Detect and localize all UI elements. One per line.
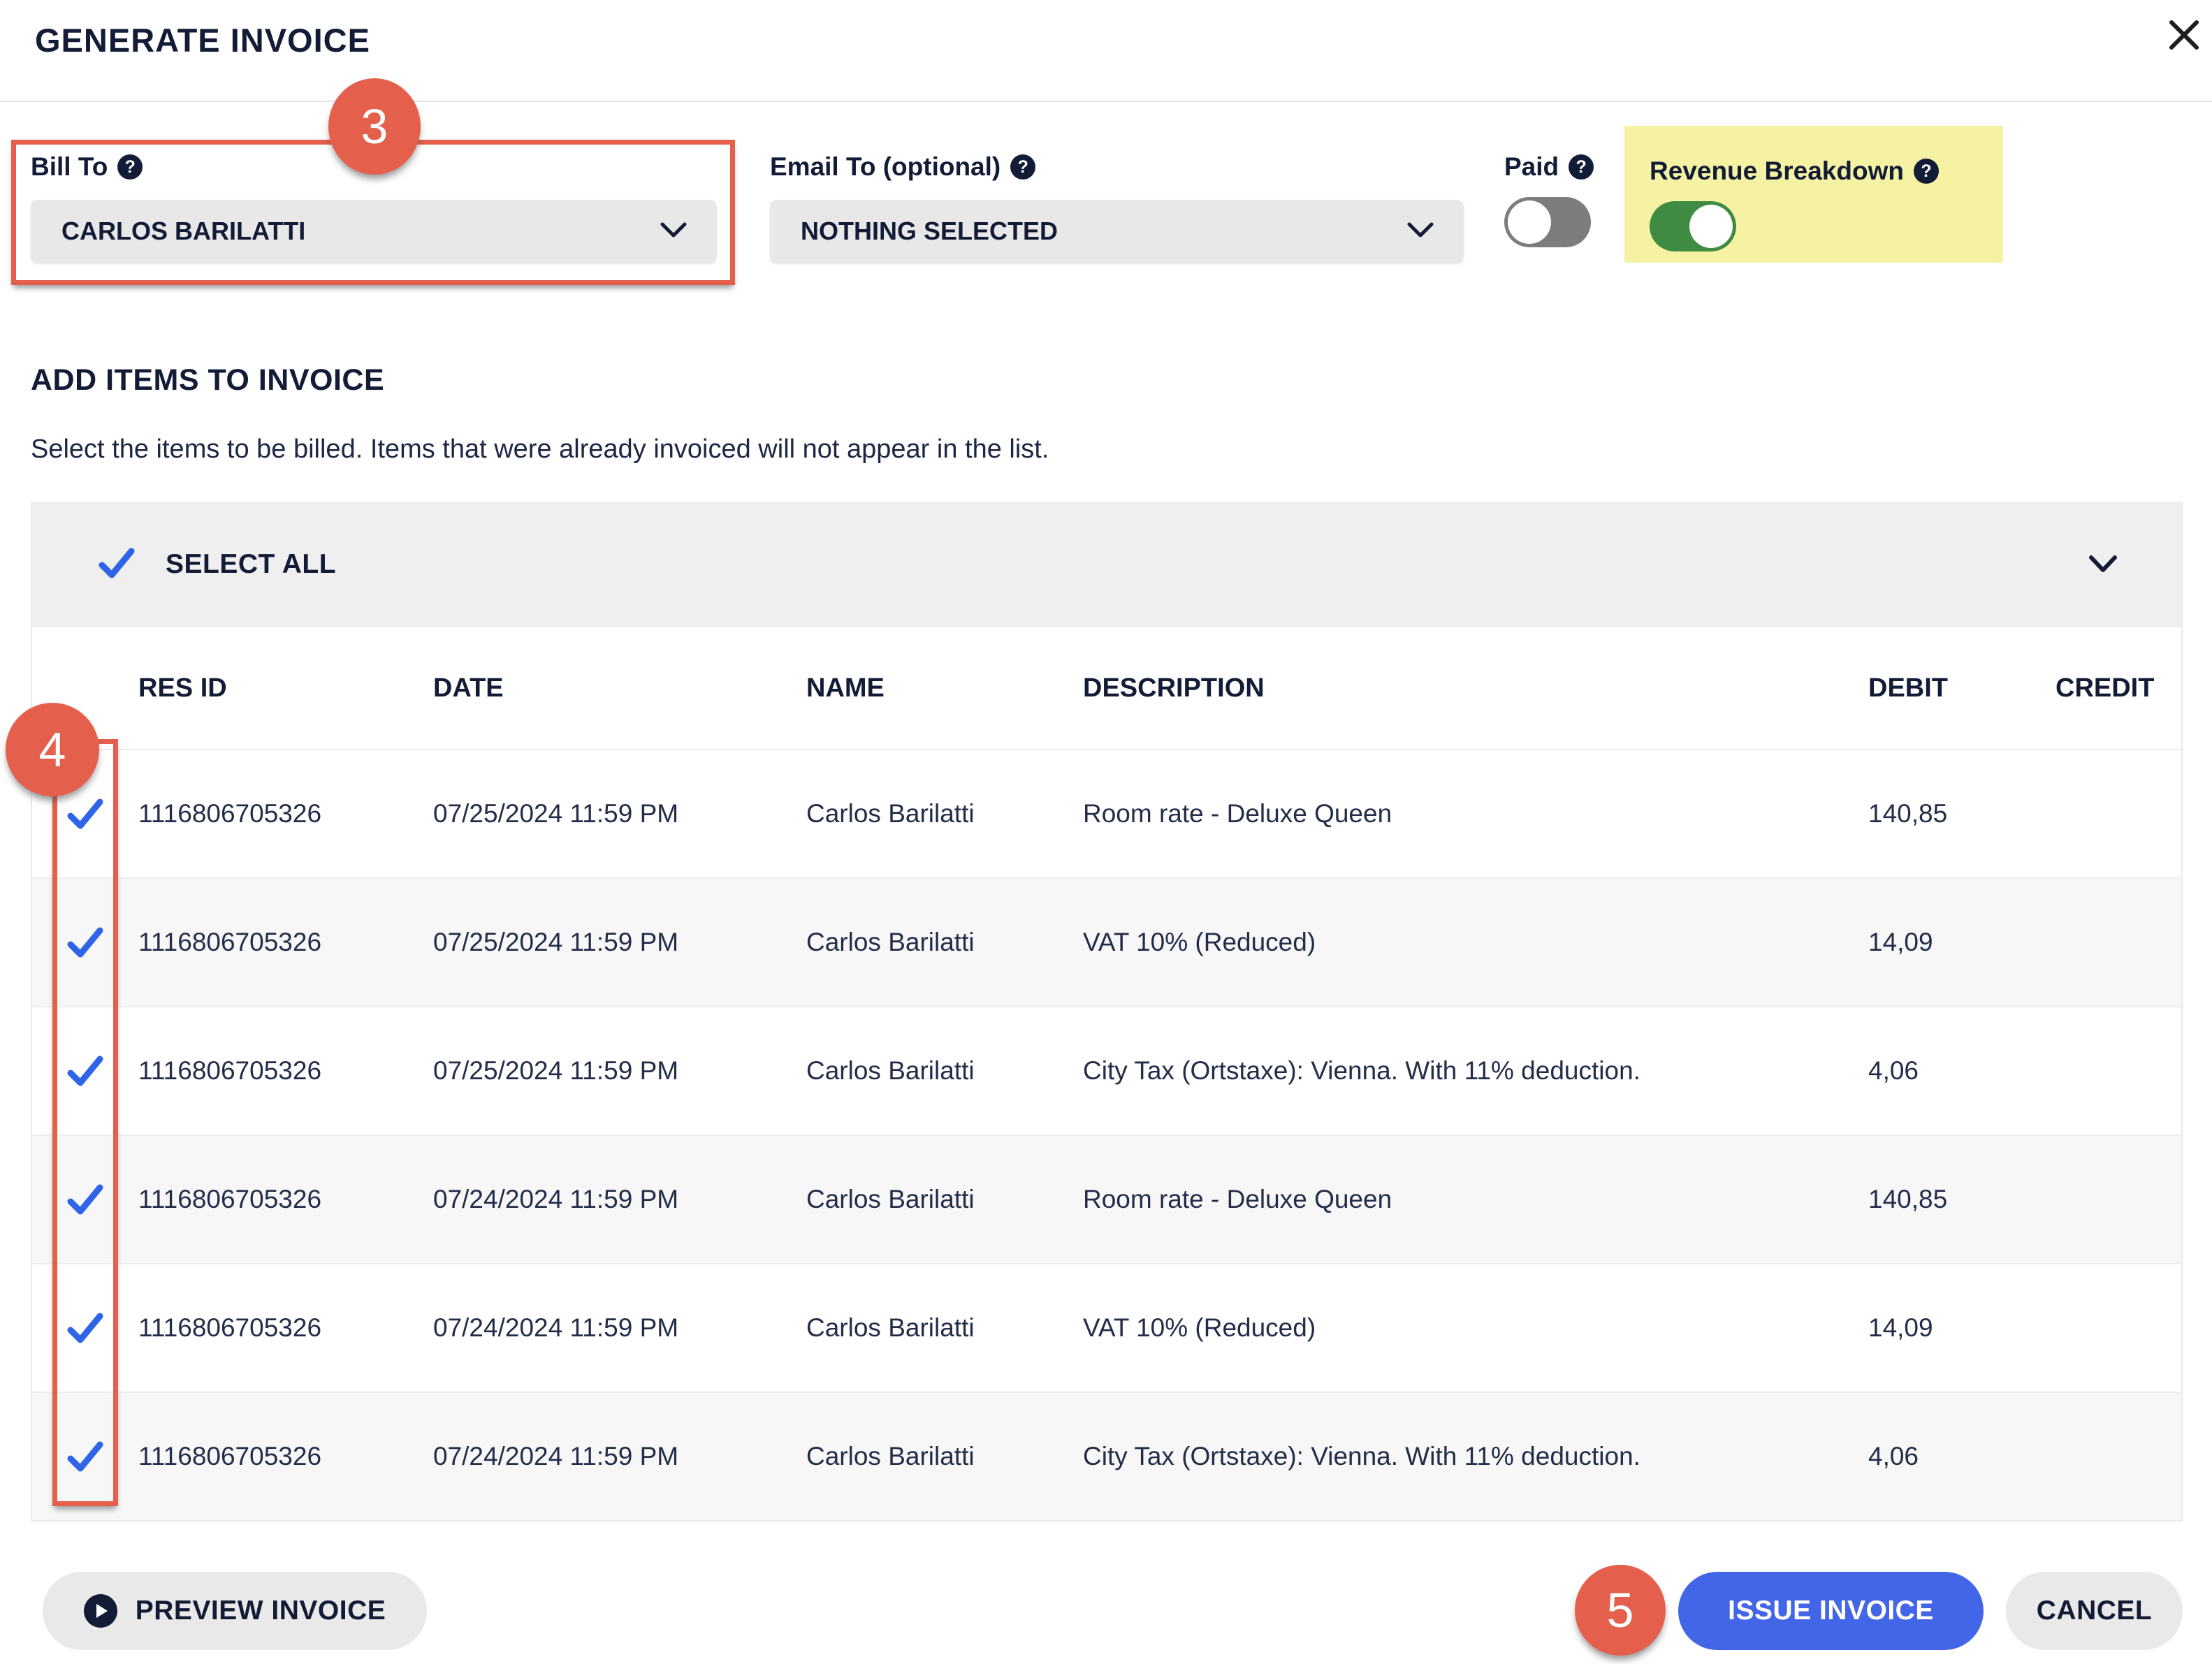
cell-res-id: 1116806705326 (138, 1313, 322, 1342)
table-header-row: RES ID DATE NAME DESCRIPTION DEBIT CREDI… (32, 627, 2181, 749)
check-icon[interactable] (99, 545, 135, 585)
items-section-subtitle: Select the items to be billed. Items tha… (31, 435, 1049, 464)
table-row[interactable]: 1116806705326 07/24/2024 11:59 PM Carlos… (32, 1392, 2181, 1520)
bill-to-field: Bill To ? CARLOS BARILATTI (31, 152, 717, 263)
column-header-description: DESCRIPTION (1083, 673, 1265, 703)
cell-name: Carlos Barilatti (806, 928, 975, 956)
row-checkbox[interactable] (32, 1438, 138, 1475)
help-icon[interactable]: ? (1569, 154, 1594, 180)
table-row[interactable]: 1116806705326 07/24/2024 11:59 PM Carlos… (32, 1263, 2181, 1392)
issue-invoice-button[interactable]: ISSUE INVOICE (1678, 1572, 1984, 1650)
paid-toggle[interactable] (1504, 197, 1591, 247)
bill-to-label: Bill To ? (31, 152, 717, 182)
check-icon (67, 927, 103, 958)
toggle-knob (1689, 205, 1733, 248)
column-header-date: DATE (433, 673, 504, 703)
cell-description: VAT 10% (Reduced) (1083, 1313, 1316, 1342)
cell-name: Carlos Barilatti (806, 1442, 975, 1470)
cell-description: Room rate - Deluxe Queen (1083, 799, 1392, 828)
email-to-field: Email To (optional) ? NOTHING SELECTED (770, 152, 1464, 263)
cell-debit: 140,85 (1868, 799, 1948, 828)
cell-res-id: 1116806705326 (138, 799, 322, 828)
revenue-breakdown-field: Revenue Breakdown ? (1624, 126, 2003, 263)
cell-debit: 140,85 (1868, 1185, 1948, 1213)
email-to-select[interactable]: NOTHING SELECTED (770, 200, 1464, 263)
items-section-heading: ADD ITEMS TO INVOICE (31, 363, 385, 397)
column-header-credit: CREDIT (2055, 673, 2155, 703)
cell-debit: 4,06 (1868, 1056, 1919, 1085)
chevron-down-icon[interactable] (2086, 552, 2120, 579)
check-icon (67, 1056, 103, 1086)
cell-name: Carlos Barilatti (806, 1185, 975, 1213)
paid-label: Paid ? (1504, 152, 1594, 182)
cell-date: 07/24/2024 11:59 PM (433, 1442, 679, 1470)
cell-date: 07/24/2024 11:59 PM (433, 1185, 679, 1213)
cancel-label: CANCEL (2036, 1596, 2153, 1626)
cell-name: Carlos Barilatti (806, 1056, 975, 1085)
help-icon[interactable]: ? (1010, 154, 1036, 180)
cell-description: VAT 10% (Reduced) (1083, 928, 1316, 956)
cell-debit: 14,09 (1868, 1313, 1933, 1342)
cell-debit: 4,06 (1868, 1442, 1919, 1470)
check-icon (67, 798, 103, 829)
cell-res-id: 1116806705326 (138, 1185, 322, 1213)
row-checkbox[interactable] (32, 1053, 138, 1089)
close-icon (2166, 17, 2202, 57)
table-row[interactable]: 1116806705326 07/25/2024 11:59 PM Carlos… (32, 749, 2181, 877)
issue-invoice-label: ISSUE INVOICE (1728, 1596, 1934, 1626)
bill-to-value: CARLOS BARILATTI (61, 217, 306, 245)
revenue-breakdown-label: Revenue Breakdown ? (1650, 156, 2003, 186)
cell-res-id: 1116806705326 (138, 928, 322, 956)
preview-invoice-label: PREVIEW INVOICE (135, 1596, 386, 1626)
cancel-button[interactable]: CANCEL (2006, 1572, 2183, 1650)
cell-debit: 14,09 (1868, 928, 1933, 956)
revenue-breakdown-toggle[interactable] (1650, 201, 1736, 251)
check-icon (67, 1441, 103, 1472)
cell-date: 07/24/2024 11:59 PM (433, 1313, 679, 1342)
annotation-badge-step5: 5 (1575, 1565, 1666, 1656)
column-header-name: NAME (806, 673, 885, 703)
page-title: GENERATE INVOICE (35, 22, 370, 59)
cell-name: Carlos Barilatti (806, 799, 975, 828)
preview-invoice-button[interactable]: PREVIEW INVOICE (43, 1572, 427, 1650)
items-table: SELECT ALL RES ID DATE NAME DESCRIPTION … (31, 502, 2183, 1521)
header-divider (0, 101, 2212, 102)
chevron-down-icon (658, 217, 689, 246)
cell-description: City Tax (Ortstaxe): Vienna. With 11% de… (1083, 1442, 1640, 1470)
row-checkbox[interactable] (32, 796, 138, 832)
cell-date: 07/25/2024 11:59 PM (433, 1056, 679, 1085)
cell-date: 07/25/2024 11:59 PM (433, 799, 679, 828)
cell-date: 07/25/2024 11:59 PM (433, 928, 679, 956)
check-icon (67, 1313, 103, 1343)
paid-field: Paid ? (1504, 152, 1594, 247)
select-all-bar[interactable]: SELECT ALL (32, 502, 2181, 627)
row-checkbox[interactable] (32, 1181, 138, 1218)
column-header-debit: DEBIT (1868, 673, 1948, 703)
bill-to-select[interactable]: CARLOS BARILATTI (31, 200, 717, 263)
row-checkbox[interactable] (32, 1310, 138, 1346)
select-all-label: SELECT ALL (166, 549, 337, 579)
row-checkbox[interactable] (32, 924, 138, 961)
help-icon[interactable]: ? (1913, 159, 1939, 184)
chevron-down-icon (1405, 217, 1436, 246)
cell-res-id: 1116806705326 (138, 1442, 322, 1470)
cell-res-id: 1116806705326 (138, 1056, 322, 1085)
cell-description: Room rate - Deluxe Queen (1083, 1185, 1392, 1213)
help-icon[interactable]: ? (117, 154, 143, 180)
table-row[interactable]: 1116806705326 07/25/2024 11:59 PM Carlos… (32, 1006, 2181, 1134)
cell-name: Carlos Barilatti (806, 1313, 975, 1342)
play-icon (83, 1594, 117, 1628)
close-button[interactable] (2163, 15, 2205, 57)
cell-description: City Tax (Ortstaxe): Vienna. With 11% de… (1083, 1056, 1640, 1085)
table-row[interactable]: 1116806705326 07/25/2024 11:59 PM Carlos… (32, 877, 2181, 1006)
check-icon (67, 1184, 103, 1215)
table-row[interactable]: 1116806705326 07/24/2024 11:59 PM Carlos… (32, 1134, 2181, 1263)
toggle-knob (1508, 200, 1551, 244)
email-to-value: NOTHING SELECTED (801, 217, 1058, 245)
column-header-res-id: RES ID (138, 673, 227, 703)
email-to-label: Email To (optional) ? (770, 152, 1464, 182)
